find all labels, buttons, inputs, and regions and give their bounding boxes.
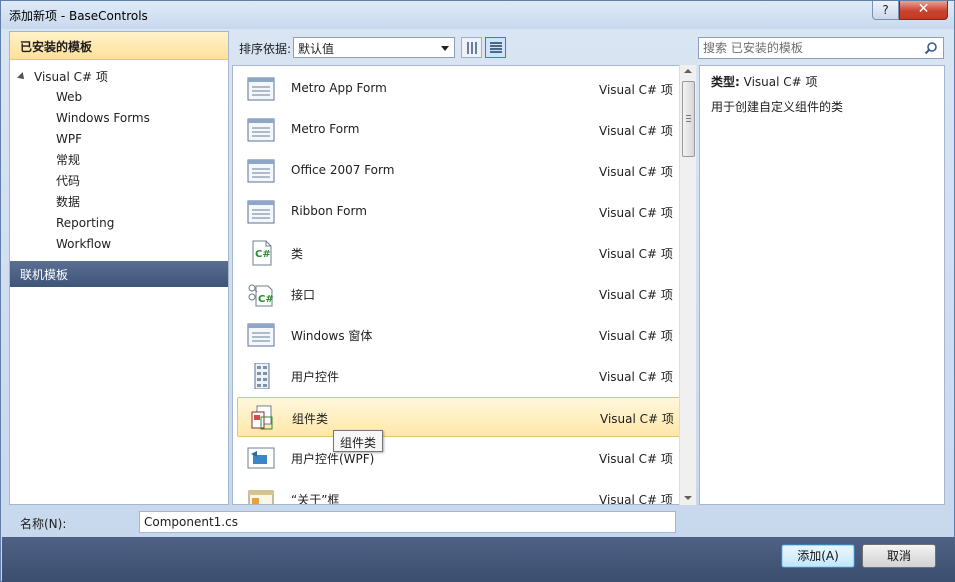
small-icons-icon — [467, 42, 477, 54]
template-tooltip: 组件类 — [333, 430, 384, 452]
wpf-user-control-icon — [247, 447, 275, 469]
template-type: Visual C# 项 — [599, 288, 673, 302]
chevron-down-icon — [441, 46, 449, 51]
template-name: 组件类 — [292, 412, 329, 426]
details-list-icon — [490, 42, 502, 54]
about-box-icon — [248, 490, 274, 504]
template-name: “关于”框 — [291, 493, 340, 505]
title-bar[interactable]: 添加新项 - BaseControls ? ✕ — [1, 1, 954, 29]
template-type: Visual C# 项 — [599, 206, 673, 220]
template-name: 用户控件 — [291, 370, 340, 384]
search-icon[interactable] — [924, 41, 938, 55]
details-description: 用于创建自定义组件的类 — [711, 100, 844, 114]
template-type: Visual C# 项 — [599, 83, 673, 97]
template-row-selected[interactable]: 组件类 Visual C# 项 — [237, 397, 681, 437]
window-title: 添加新项 - BaseControls — [9, 9, 148, 23]
template-name: Office 2007 Form — [291, 163, 395, 177]
add-button[interactable]: 添加(A) — [781, 544, 855, 568]
template-name: Windows 窗体 — [291, 329, 373, 343]
template-list-scrollbar[interactable] — [679, 65, 696, 505]
template-type: Visual C# 项 — [599, 452, 673, 466]
scroll-up-icon[interactable] — [684, 69, 692, 73]
sort-by-value: 默认值 — [298, 42, 335, 56]
template-list: Metro App Form Visual C# 项 Metro Form Vi… — [232, 65, 696, 505]
add-new-item-dialog: 添加新项 - BaseControls ? ✕ 已安装的模板 Visual C#… — [0, 0, 955, 582]
name-label: 名称(N): — [20, 517, 67, 531]
scroll-down-icon[interactable] — [684, 496, 692, 500]
template-name: Metro App Form — [291, 81, 387, 95]
template-row[interactable]: C# 类 Visual C# 项 — [237, 233, 681, 273]
tree-item-data[interactable]: 数据 — [56, 193, 80, 211]
template-row[interactable]: Metro Form Visual C# 项 — [237, 110, 681, 150]
scrollbar-thumb[interactable] — [682, 81, 695, 157]
tree-item-web[interactable]: Web — [56, 88, 82, 106]
online-templates-header[interactable]: 联机模板 — [10, 261, 228, 287]
csharp-interface-icon: C# — [248, 284, 274, 307]
template-type: Visual C# 项 — [600, 412, 674, 426]
tree-item-reporting[interactable]: Reporting — [56, 214, 114, 232]
template-type: Visual C# 项 — [599, 329, 673, 343]
template-type: Visual C# 项 — [599, 493, 673, 505]
sort-by-label: 排序依据: — [239, 42, 292, 56]
grip-icon — [686, 115, 691, 122]
form-icon — [247, 159, 275, 183]
template-row[interactable]: Metro App Form Visual C# 项 — [237, 69, 681, 109]
tree-root-visual-csharp[interactable]: Visual C# 项 — [17, 68, 108, 86]
details-type-value: Visual C# 项 — [743, 75, 818, 89]
details-type-line: 类型: Visual C# 项 — [711, 73, 818, 90]
form-icon — [247, 118, 275, 142]
component-class-icon — [251, 405, 273, 430]
template-details-panel: 类型: Visual C# 项 用于创建自定义组件的类 — [699, 65, 945, 505]
template-type: Visual C# 项 — [599, 165, 673, 179]
template-row[interactable]: 用户控件(WPF) Visual C# 项 — [237, 438, 681, 478]
cancel-button[interactable]: 取消 — [862, 544, 936, 568]
template-name: 接口 — [291, 288, 316, 302]
tree-item-workflow[interactable]: Workflow — [56, 235, 111, 253]
form-icon — [247, 200, 275, 224]
installed-templates-header[interactable]: 已安装的模板 — [10, 32, 228, 60]
tree-root-label: Visual C# 项 — [34, 70, 108, 84]
details-view-button[interactable] — [485, 37, 506, 58]
svg-text:C#: C# — [255, 249, 271, 260]
template-row[interactable]: Ribbon Form Visual C# 项 — [237, 192, 681, 232]
template-row[interactable]: Windows 窗体 Visual C# 项 — [237, 315, 681, 355]
svg-text:C#: C# — [258, 294, 274, 305]
details-type-label: 类型: — [711, 75, 740, 89]
search-input[interactable] — [703, 40, 917, 56]
template-type: Visual C# 项 — [599, 247, 673, 261]
form-icon — [247, 77, 275, 101]
search-box[interactable] — [698, 37, 944, 59]
tree-item-windows-forms[interactable]: Windows Forms — [56, 109, 150, 127]
small-icons-view-button[interactable] — [461, 37, 482, 58]
sort-by-dropdown[interactable]: 默认值 — [293, 37, 455, 58]
name-input[interactable]: Component1.cs — [139, 511, 676, 533]
template-name: Metro Form — [291, 122, 360, 136]
form-icon — [247, 323, 275, 347]
template-categories-panel: 已安装的模板 Visual C# 项 Web Windows Forms WPF… — [9, 31, 229, 505]
template-name: 用户控件(WPF) — [291, 452, 375, 466]
template-name: 类 — [291, 247, 304, 261]
help-button[interactable]: ? — [872, 1, 899, 20]
template-row[interactable]: Office 2007 Form Visual C# 项 — [237, 151, 681, 191]
user-control-icon — [254, 363, 270, 389]
tree-item-wpf[interactable]: WPF — [56, 130, 82, 148]
template-row[interactable]: C# 接口 Visual C# 项 — [237, 274, 681, 314]
expand-arrow-icon[interactable] — [17, 72, 27, 82]
template-type: Visual C# 项 — [599, 370, 673, 384]
tree-item-code[interactable]: 代码 — [56, 172, 80, 190]
close-button[interactable]: ✕ — [899, 1, 948, 20]
csharp-class-icon: C# — [252, 240, 272, 266]
template-type: Visual C# 项 — [599, 124, 673, 138]
tree-item-general[interactable]: 常规 — [56, 151, 80, 169]
template-row[interactable]: “关于”框 Visual C# 项 — [237, 479, 681, 505]
template-name: Ribbon Form — [291, 204, 367, 218]
template-row[interactable]: 用户控件 Visual C# 项 — [237, 356, 681, 396]
